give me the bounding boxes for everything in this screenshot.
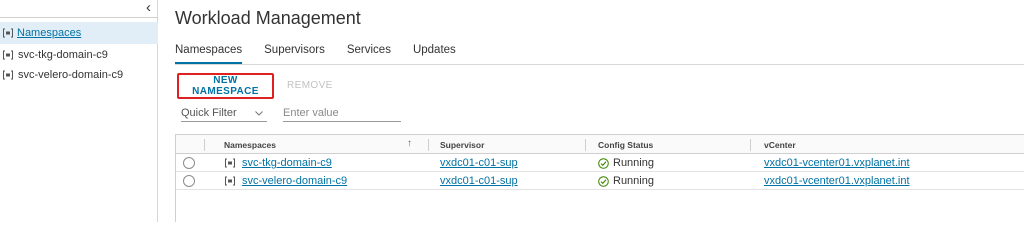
namespace-cell: svc-tkg-domain-c9 <box>224 154 332 172</box>
row-select-radio[interactable] <box>183 175 195 187</box>
vcenter-cell: vxdc01-vcenter01.vxplanet.int <box>764 172 910 190</box>
column-header-config-status[interactable]: Config Status <box>598 135 653 154</box>
column-header-vcenter[interactable]: vCenter <box>764 135 796 154</box>
vcenter-link[interactable]: vxdc01-vcenter01.vxplanet.int <box>764 157 910 169</box>
remove-button[interactable]: REMOVE <box>287 80 333 91</box>
tab-bar: Namespaces Supervisors Services Updates <box>175 44 478 64</box>
tab-supervisors[interactable]: Supervisors <box>264 44 325 64</box>
namespace-cell: svc-velero-domain-c9 <box>224 172 347 190</box>
sidebar-item-label: Namespaces <box>17 27 82 39</box>
tab-divider <box>175 64 1024 65</box>
namespace-icon <box>2 27 14 39</box>
sidebar: ‹ Namespaces svc-tkg-domain-c9 svc-veler… <box>0 0 158 222</box>
config-status-cell: Running <box>598 172 654 190</box>
row-select-radio[interactable] <box>183 157 195 169</box>
vcenter-link[interactable]: vxdc01-vcenter01.vxplanet.int <box>764 175 910 187</box>
column-header-namespaces[interactable]: Namespaces <box>224 135 276 154</box>
check-circle-icon <box>598 157 609 169</box>
namespace-link[interactable]: svc-velero-domain-c9 <box>242 175 347 187</box>
table-row: svc-tkg-domain-c9 vxdc01-c01-sup Running… <box>176 154 1024 172</box>
collapse-sidebar-icon[interactable]: ‹ <box>146 0 151 16</box>
filter-value-input[interactable] <box>283 105 401 122</box>
supervisor-cell: vxdc01-c01-sup <box>440 154 518 172</box>
namespace-icon <box>224 175 236 187</box>
supervisor-link[interactable]: vxdc01-c01-sup <box>440 175 518 187</box>
supervisor-cell: vxdc01-c01-sup <box>440 172 518 190</box>
sort-ascending-icon[interactable]: ↑ <box>407 138 412 149</box>
column-separator <box>204 139 205 151</box>
namespaces-datagrid: Namespaces ↑ Supervisor Config Status vC… <box>175 134 1024 222</box>
column-separator <box>750 139 751 151</box>
supervisor-link[interactable]: vxdc01-c01-sup <box>440 157 518 169</box>
sidebar-item-label: svc-tkg-domain-c9 <box>18 49 108 61</box>
status-text: Running <box>613 157 654 169</box>
config-status-cell: Running <box>598 154 654 172</box>
namespace-link[interactable]: svc-tkg-domain-c9 <box>242 157 332 169</box>
tab-updates[interactable]: Updates <box>413 44 456 64</box>
vcenter-cell: vxdc01-vcenter01.vxplanet.int <box>764 154 910 172</box>
chevron-down-icon <box>255 107 263 119</box>
datagrid-header: Namespaces ↑ Supervisor Config Status vC… <box>176 135 1024 154</box>
column-header-supervisor[interactable]: Supervisor <box>440 135 484 154</box>
page-title: Workload Management <box>175 8 361 28</box>
sidebar-item-svc-velero-domain-c9[interactable]: svc-velero-domain-c9 <box>0 65 158 85</box>
column-separator <box>428 139 429 151</box>
namespace-icon <box>224 157 236 169</box>
namespace-icon <box>2 69 14 81</box>
namespace-icon <box>2 49 14 61</box>
status-text: Running <box>613 175 654 187</box>
quick-filter-select[interactable]: Quick Filter <box>181 105 267 122</box>
quick-filter-label: Quick Filter <box>181 107 237 119</box>
sidebar-divider <box>0 17 158 18</box>
sidebar-item-label: svc-velero-domain-c9 <box>18 69 124 81</box>
tab-namespaces[interactable]: Namespaces <box>175 44 243 64</box>
sidebar-item-namespaces[interactable]: Namespaces <box>0 22 158 44</box>
sidebar-item-svc-tkg-domain-c9[interactable]: svc-tkg-domain-c9 <box>0 45 158 65</box>
tab-services[interactable]: Services <box>347 44 391 64</box>
column-separator <box>585 139 586 151</box>
new-namespace-button[interactable]: NEW NAMESPACE <box>177 73 274 99</box>
check-circle-icon <box>598 175 609 187</box>
table-row: svc-velero-domain-c9 vxdc01-c01-sup Runn… <box>176 172 1024 190</box>
